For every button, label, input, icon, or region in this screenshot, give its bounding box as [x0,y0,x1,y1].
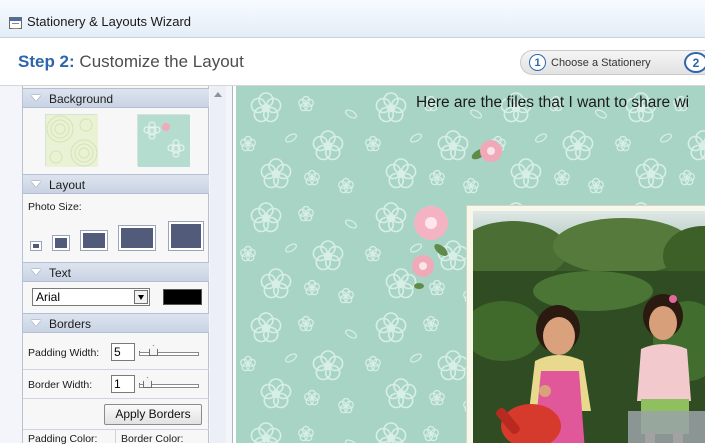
section-borders-header[interactable]: Borders [23,313,209,333]
padding-width-label: Padding Width: [28,347,100,359]
photo-size-xsmall[interactable] [31,242,41,250]
text-color-swatch[interactable] [163,289,202,305]
collapse-triangle-icon [31,181,41,187]
column-divider [115,430,116,443]
apply-borders-button[interactable]: Apply Borders [104,404,202,425]
greeting-text[interactable]: Here are the files that I want to share … [416,94,689,112]
collapse-triangle-icon [31,269,41,275]
font-select-value: Arial [36,290,61,304]
background-thumbnail-flowers[interactable] [137,114,190,167]
photo-size-label: Photo Size: [28,201,82,213]
border-width-input[interactable]: 1 [111,375,135,393]
section-text-title: Text [49,266,72,280]
title-bar: Stationery & Layouts Wizard [0,0,705,38]
step-1-number-icon: 1 [529,54,546,71]
photo-frame[interactable] [466,205,705,443]
section-background-title: Background [49,92,114,106]
photo-size-large[interactable] [119,226,155,250]
background-thumbnail-circles[interactable] [45,114,98,167]
padding-width-slider-thumb[interactable] [149,345,158,356]
step-number: Step 2: [18,52,75,71]
section-layout-title: Layout [49,178,86,192]
photo-girls-gardening[interactable] [473,211,705,443]
padding-width-slider-track[interactable] [139,352,199,356]
photo-size-medium[interactable] [81,231,107,250]
section-layout-header[interactable]: Layout [23,174,209,194]
divider [23,398,209,399]
section-background-header[interactable]: Background [23,88,209,108]
divider [23,369,209,370]
step-title: Customize the Layout [74,52,244,71]
section-text-header[interactable]: Text [23,262,209,282]
border-width-slider-thumb[interactable] [143,377,152,388]
panel-scrollbar[interactable] [210,86,226,443]
step-1-choose-stationery[interactable]: 1 Choose a Stationery [529,54,651,71]
scroll-up-icon[interactable] [214,92,222,97]
chevron-down-icon[interactable] [134,290,148,304]
photo-size-xlarge[interactable] [169,222,203,250]
collapse-triangle-icon [31,95,41,101]
photo-size-small[interactable] [53,236,69,250]
divider [23,429,209,430]
step-1-label: Choose a Stationery [551,56,651,69]
window-title: Stationery & Layouts Wizard [27,14,192,29]
page-title: Step 2: Customize the Layout [18,52,244,72]
wizard-app-icon [9,17,22,29]
step-2-current[interactable]: 2 [684,52,705,73]
stationery-preview: Here are the files that I want to share … [236,86,705,443]
border-width-label: Border Width: [28,379,93,391]
section-borders-title: Borders [49,317,92,331]
border-color-label: Border Color: [121,433,184,445]
font-select[interactable]: Arial [32,288,150,306]
options-panel: Background Layout Photo Size: Text Arial… [0,86,233,445]
wizard-header: Step 2: Customize the Layout 1 Choose a … [0,38,705,86]
options-list: Background Layout Photo Size: Text Arial… [22,86,209,445]
padding-width-input[interactable]: 5 [111,343,135,361]
collapse-triangle-icon [31,320,41,326]
padding-color-label: Padding Color: [28,433,98,445]
wizard-steps-breadcrumb: 1 Choose a Stationery 2 [520,50,705,75]
